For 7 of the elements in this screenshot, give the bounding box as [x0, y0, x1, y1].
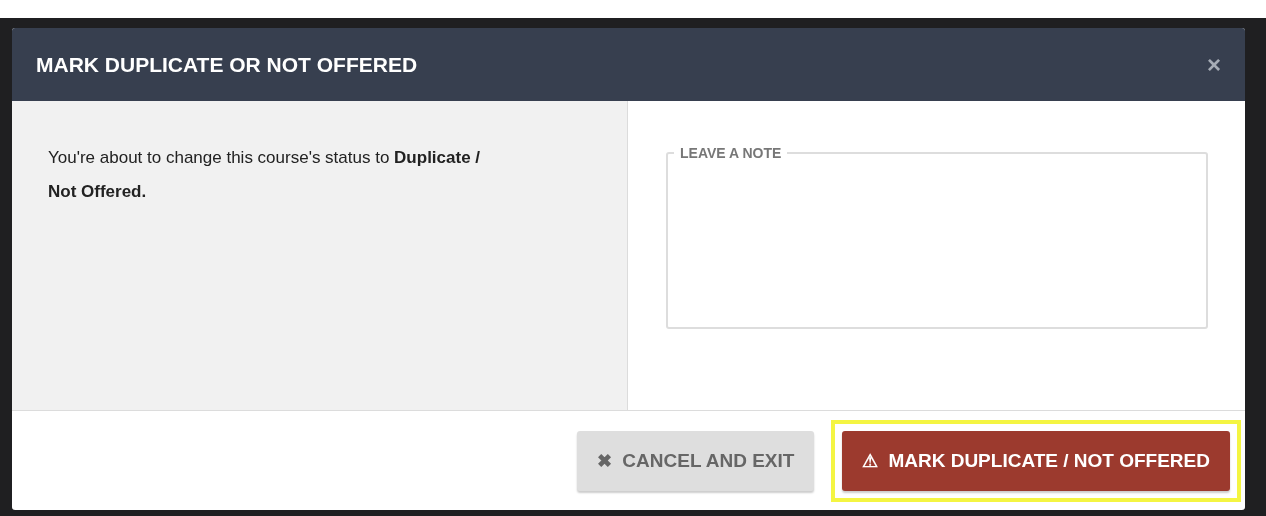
- dialog-title: MARK DUPLICATE OR NOT OFFERED: [36, 52, 418, 77]
- close-button[interactable]: ×: [1207, 50, 1221, 79]
- note-field[interactable]: LEAVE A NOTE: [666, 145, 1208, 329]
- message-text: You're about to change this course's status to Duplicate / Not Offered.: [48, 147, 482, 203]
- note-label: LEAVE A NOTE: [679, 145, 783, 161]
- mark-button[interactable]: ⚠ MARK DUPLICATE / NOT OFFERED: [842, 430, 1230, 491]
- cancel-button[interactable]: ✖ CANCEL AND EXIT: [577, 430, 815, 491]
